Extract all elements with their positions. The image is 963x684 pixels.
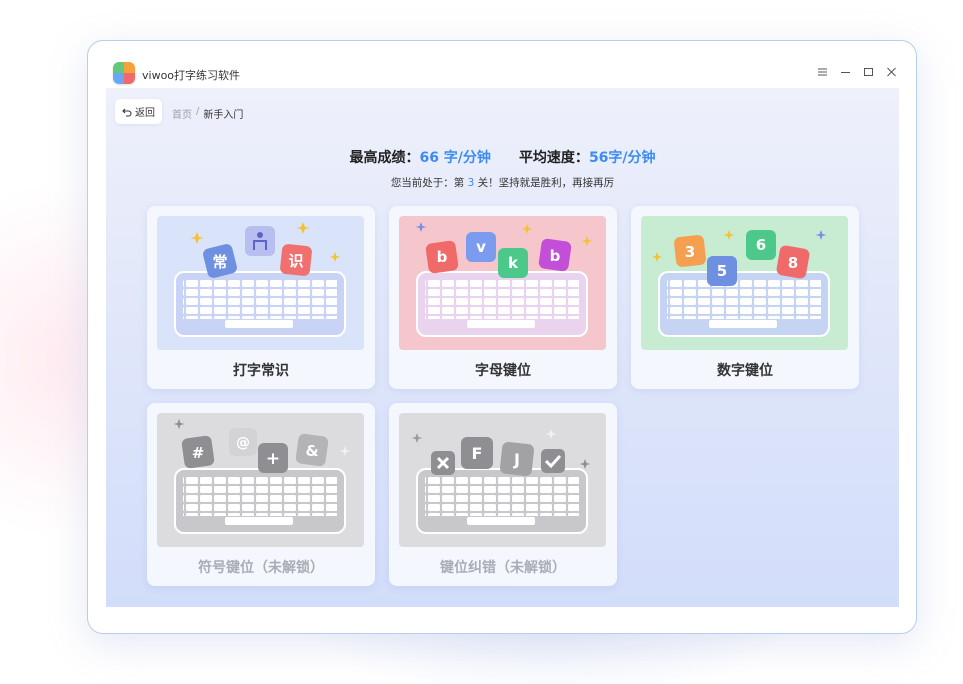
sparkle-icon: [411, 433, 423, 443]
close-icon[interactable]: [885, 65, 898, 78]
avg-speed-label: 平均速度：: [518, 150, 589, 166]
level-message: 您当前处于：第 3 关！坚持就是胜利，再接再厉: [106, 175, 899, 190]
sparkle-icon: [173, 419, 185, 429]
sparkle-icon: [723, 230, 735, 240]
key-cap-label: J: [513, 450, 520, 469]
breadcrumb-home[interactable]: 首页: [172, 106, 192, 121]
key-cap-label: @: [236, 435, 250, 451]
card-title: 打字常识: [233, 363, 289, 379]
key-cap: F: [461, 437, 493, 469]
key-cap-label: v: [476, 238, 486, 256]
breadcrumb-separator: /: [196, 106, 200, 117]
key-cap-label: b: [437, 248, 448, 266]
keyboard-illustration: b v k b: [399, 216, 606, 350]
sparkle-icon: [521, 224, 533, 234]
cross-icon: [431, 451, 455, 475]
key-cap-label: 识: [288, 252, 303, 270]
key-cap: +: [258, 443, 288, 473]
card-title: 符号键位（未解锁）: [198, 560, 324, 576]
keyboard-illustration: 常 识: [157, 216, 364, 350]
best-score-label: 最高成绩：: [349, 150, 420, 166]
main-content: 返回 首页 / 新手入门 最高成绩：66 字/分钟 平均速度：56字/分钟 您当前…: [106, 88, 899, 607]
sparkle-icon: [296, 222, 310, 234]
sparkle-icon: [415, 222, 427, 232]
sparkle-icon: [190, 232, 204, 244]
keyboard-illustration: # @ + &: [157, 413, 364, 547]
check-icon: [541, 449, 565, 473]
breadcrumb: 首页 / 新手入门: [172, 106, 243, 121]
key-cap: v: [466, 232, 496, 262]
key-cap-label: 3: [685, 243, 695, 261]
key-cap: 3: [674, 235, 706, 267]
key-cap-label: 5: [717, 262, 727, 280]
key-cap: 5: [707, 256, 737, 286]
sparkle-icon: [815, 230, 827, 240]
title-bar[interactable]: viwoo打字练习软件: [88, 41, 916, 88]
lesson-card-letter-keys[interactable]: b v k b 字母键位: [389, 206, 617, 389]
avg-speed-value: 56字/分钟: [588, 150, 656, 166]
key-cap: 6: [746, 230, 776, 260]
best-score-value: 66 字/分钟: [419, 150, 491, 166]
card-title: 键位纠错（未解锁）: [440, 560, 566, 576]
lesson-card-key-correction-locked[interactable]: F J 键位纠错（未解锁）: [389, 403, 617, 586]
app-window: viwoo打字练习软件 返回 首页 / 新手入门 最高成绩：66 字/分钟 平均…: [87, 40, 917, 634]
window-controls: [816, 65, 898, 78]
key-cap: k: [498, 248, 528, 278]
maximize-icon[interactable]: [862, 65, 875, 78]
card-title: 数字键位: [717, 363, 773, 379]
key-cap-label: b: [550, 247, 561, 265]
key-cap-label: #: [192, 444, 205, 462]
sparkle-icon: [545, 429, 557, 439]
key-cap: &: [295, 433, 329, 467]
key-cap-label: 8: [788, 254, 798, 272]
key-cap-label: F: [472, 444, 483, 463]
app-logo-icon: [113, 62, 135, 84]
lesson-card-typing-basics[interactable]: 常 识 打字常识: [147, 206, 375, 389]
key-cap-label: 6: [756, 236, 766, 254]
card-title: 字母键位: [475, 363, 531, 379]
key-cap-label: &: [305, 442, 318, 460]
sparkle-icon: [339, 446, 351, 456]
key-cap-label: 常: [212, 253, 227, 271]
key-cap: 8: [776, 245, 810, 279]
keyboard-illustration: 3 5 6 8: [641, 216, 848, 350]
level-prefix: 您当前处于：第: [390, 177, 468, 189]
lesson-card-number-keys[interactable]: 3 5 6 8 数字键位: [631, 206, 859, 389]
sparkle-icon: [329, 252, 341, 262]
back-button[interactable]: 返回: [115, 99, 162, 124]
key-cap: @: [229, 428, 257, 456]
person-icon: [245, 226, 275, 256]
menu-icon[interactable]: [816, 65, 829, 78]
key-cap: #: [181, 435, 215, 469]
breadcrumb-current: 新手入门: [203, 110, 244, 121]
key-cap-label: k: [508, 254, 519, 272]
sparkle-icon: [651, 252, 663, 262]
key-cap: b: [425, 240, 459, 274]
back-arrow-icon: [122, 108, 132, 117]
key-cap-label: +: [266, 449, 280, 469]
key-cap: J: [500, 442, 534, 476]
key-cap: b: [538, 238, 572, 272]
back-button-label: 返回: [135, 108, 155, 119]
keyboard-illustration: F J: [399, 413, 606, 547]
level-suffix: 关！坚持就是胜利，再接再厉: [474, 177, 615, 189]
sparkle-icon: [581, 236, 593, 246]
lesson-card-symbol-keys-locked[interactable]: # @ + & 符号键位（未解锁）: [147, 403, 375, 586]
minimize-icon[interactable]: [839, 65, 852, 78]
stats-line: 最高成绩：66 字/分钟 平均速度：56字/分钟: [106, 147, 899, 167]
sparkle-icon: [579, 459, 591, 469]
app-title: viwoo打字练习软件: [142, 69, 241, 82]
key-cap: 识: [280, 244, 312, 276]
